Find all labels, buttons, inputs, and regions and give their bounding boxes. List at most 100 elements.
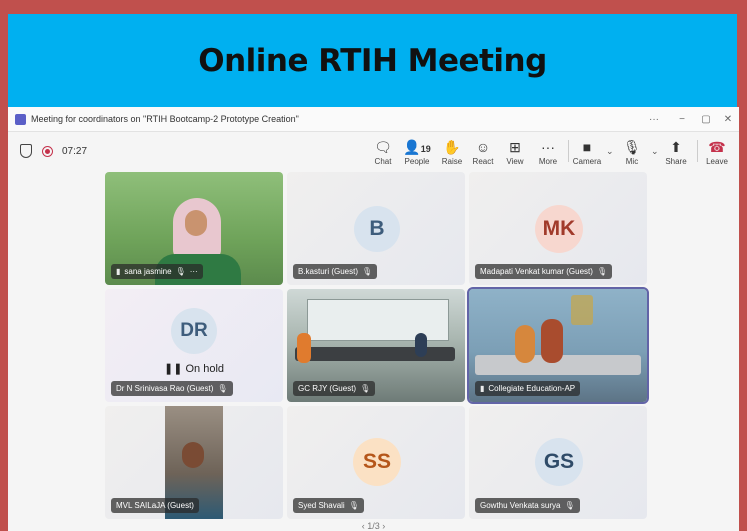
minimize-button[interactable]: − (672, 107, 692, 131)
hand-icon: ✋ (443, 138, 461, 155)
participant-name: MVL SAILaJA (Guest) (116, 501, 194, 510)
video-tile[interactable]: GC RJY (Guest) 🎙 (287, 289, 465, 402)
participant-tile[interactable]: GS Gowthu Venkata surya 🎙 (469, 406, 647, 519)
people-button[interactable]: 👤19 People (400, 135, 434, 169)
participant-name-tag: MVL SAILaJA (Guest) (111, 498, 199, 513)
mic-off-icon: 🎙 (362, 267, 373, 276)
avatar: DR (171, 308, 217, 354)
meeting-timer: 07:27 (62, 145, 88, 157)
participant-name-tag: ▮ Collegiate Education-AP (475, 381, 581, 396)
chat-icon: 🗨 (374, 138, 392, 155)
participant-name-tag: ▮ sana jasmine 🎙 ··· (111, 264, 203, 279)
title-bar: Meeting for coordinators on "RTIH Bootca… (8, 107, 739, 132)
video-tile-active[interactable]: ▮ Collegiate Education-AP (467, 287, 649, 404)
participant-face (182, 442, 204, 468)
smiley-icon: ☺ (475, 138, 491, 155)
participant-name-tag: Dr N Srinivasa Rao (Guest) 🎙 (111, 381, 233, 396)
mic-off-icon: 🎙 (217, 384, 228, 393)
chat-button[interactable]: 🗨 Chat (366, 135, 400, 169)
participant-tile[interactable]: DR ❚❚ On hold Dr N Srinivasa Rao (Guest)… (105, 289, 283, 402)
teams-window: Meeting for coordinators on "RTIH Bootca… (8, 107, 739, 531)
camera-label: Camera (572, 156, 602, 166)
participant-name-tag: Gowthu Venkata surya 🎙 (475, 498, 580, 513)
participant-tile[interactable]: MK Madapati Venkat kumar (Guest) 🎙 (469, 172, 647, 285)
video-tile[interactable]: ▮ sana jasmine 🎙 ··· (105, 172, 283, 285)
participant-tile[interactable]: B B.kasturi (Guest) 🎙 (287, 172, 465, 285)
mic-off-icon: 🎙 (175, 267, 186, 276)
pagination: ‹ 1/3 › (8, 521, 739, 531)
avatar: B (354, 206, 400, 252)
share-label: Share (665, 156, 687, 166)
close-window-button[interactable]: ✕ (718, 107, 738, 131)
more-button[interactable]: ··· More (531, 135, 565, 169)
banner: Online RTIH Meeting (8, 14, 737, 107)
participant-name: GC RJY (Guest) (298, 384, 357, 393)
meeting-toolbar: 07:27 🗨 Chat 👤19 People ✋ Raise ☺ React … (8, 132, 739, 170)
toolbar-divider-2 (697, 140, 698, 162)
phone-hangup-icon: ☎ (708, 138, 726, 155)
window-title: Meeting for coordinators on "RTIH Bootca… (31, 114, 299, 124)
view-button[interactable]: ⊞ View (498, 135, 532, 169)
on-hold-status: ❚❚ On hold (105, 362, 283, 375)
mic-off-icon: 🎙 (564, 501, 575, 510)
camera-options-chevron-icon[interactable]: ⌄ (606, 146, 614, 157)
view-label: View (506, 156, 524, 166)
participant-tile[interactable]: SS Syed Shavali 🎙 (287, 406, 465, 519)
teams-logo-icon (15, 113, 26, 125)
raise-hand-button[interactable]: ✋ Raise (435, 135, 469, 169)
share-icon: ⬆ (670, 138, 682, 155)
room-windows (307, 299, 449, 341)
share-button[interactable]: ⬆ Share (659, 135, 693, 169)
participant-tile[interactable]: MVL SAILaJA (Guest) (105, 406, 283, 519)
people-label: People (404, 156, 430, 166)
participant-name: B.kasturi (Guest) (298, 267, 359, 276)
emblem-icon (571, 295, 593, 325)
participant-name: Collegiate Education-AP (488, 384, 576, 393)
react-button[interactable]: ☺ React (466, 135, 500, 169)
conference-table (295, 347, 455, 361)
participant-name-tag: Syed Shavali 🎙 (293, 498, 364, 513)
mic-options-chevron-icon[interactable]: ⌄ (651, 146, 659, 157)
mic-off-icon: 🎙 (596, 267, 608, 276)
participant-more: ··· (189, 267, 198, 276)
toolbar-divider (568, 140, 569, 162)
status-text: On hold (185, 363, 225, 375)
more-icon: ··· (541, 138, 555, 155)
participant-video (415, 333, 427, 357)
participant-name-tag: GC RJY (Guest) 🎙 (293, 381, 376, 396)
camera-button[interactable]: ■ Camera (570, 135, 604, 169)
leave-button[interactable]: ☎ Leave (700, 135, 734, 169)
participant-name: sana jasmine (124, 267, 172, 276)
chat-label: Chat (374, 156, 392, 166)
participant-video (297, 333, 311, 363)
pause-icon: ❚❚ (163, 363, 183, 375)
participant-name-tag: Madapati Venkat kumar (Guest) 🎙 (475, 264, 613, 279)
participant-video (541, 319, 563, 363)
avatar: GS (535, 438, 583, 486)
participant-name: Madapati Venkat kumar (Guest) (480, 267, 593, 276)
participant-video (515, 325, 535, 363)
mic-label: Mic (625, 156, 639, 166)
next-page-button[interactable]: › (382, 521, 385, 531)
participant-face (185, 210, 207, 236)
avatar: SS (353, 438, 401, 486)
grid-icon: ⊞ (509, 138, 521, 155)
signal-icon: ▮ (480, 384, 485, 393)
people-count: 19 (420, 143, 431, 154)
participant-name: Gowthu Venkata surya (480, 501, 561, 510)
shield-icon (20, 144, 32, 158)
more-label: More (538, 156, 558, 166)
mic-off-icon: 🎙 (623, 138, 641, 155)
window-more-button[interactable]: ··· (644, 107, 664, 131)
leave-label: Leave (706, 156, 728, 166)
signal-icon: ▮ (116, 267, 121, 276)
prev-page-button[interactable]: ‹ (362, 521, 365, 531)
maximize-button[interactable]: ▢ (696, 107, 716, 131)
participant-name: Syed Shavali (298, 501, 345, 510)
mic-button[interactable]: 🎙 Mic (615, 135, 649, 169)
camera-icon: ■ (582, 138, 592, 155)
banner-title: Online RTIH Meeting (198, 42, 547, 79)
people-icon: 👤19 (403, 138, 431, 155)
participant-name-tag: B.kasturi (Guest) 🎙 (293, 264, 378, 279)
participant-name: Dr N Srinivasa Rao (Guest) (116, 384, 214, 393)
